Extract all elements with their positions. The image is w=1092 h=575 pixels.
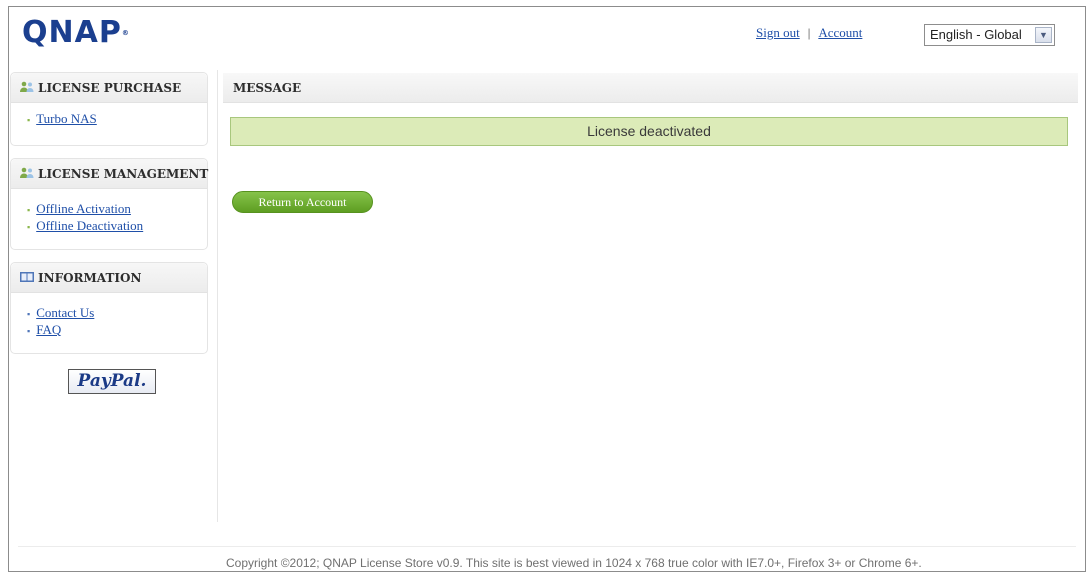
footer-divider bbox=[18, 546, 1076, 547]
license-management-title: LICENSE MANAGEMENT bbox=[38, 167, 209, 181]
list-item: ▪ FAQ bbox=[27, 322, 207, 339]
message-header: MESSAGE bbox=[223, 73, 1078, 103]
faq-link[interactable]: FAQ bbox=[36, 322, 61, 337]
account-link[interactable]: Account bbox=[818, 25, 862, 40]
return-to-account-button[interactable]: Return to Account bbox=[232, 191, 373, 213]
bullet-icon: ▪ bbox=[27, 115, 31, 125]
status-notice: License deactivated bbox=[230, 117, 1068, 146]
list-item: ▪ Offline Deactivation bbox=[27, 218, 207, 235]
license-purchase-links: ▪ Turbo NAS bbox=[11, 103, 207, 138]
book-icon bbox=[19, 264, 35, 294]
copyright-text: Copyright ©2012; QNAP License Store v0.9… bbox=[226, 556, 922, 570]
bullet-icon: ▪ bbox=[27, 205, 31, 215]
column-divider bbox=[217, 70, 218, 522]
bullet-icon: ▪ bbox=[27, 326, 31, 336]
offline-activation-link[interactable]: Offline Activation bbox=[36, 201, 131, 216]
list-item: ▪ Offline Activation bbox=[27, 201, 207, 218]
return-button-label: Return to Account bbox=[258, 195, 347, 209]
paypal-logo[interactable]: PayPal. bbox=[68, 369, 156, 394]
users-icon bbox=[19, 160, 35, 190]
license-purchase-header: LICENSE PURCHASE bbox=[11, 73, 207, 103]
list-item: ▪ Turbo NAS bbox=[27, 111, 207, 128]
chevron-down-icon[interactable]: ▼ bbox=[1035, 27, 1052, 43]
paypal-label: PayPal. bbox=[77, 371, 147, 391]
language-value: English - Global bbox=[930, 27, 1022, 42]
license-management-panel: LICENSE MANAGEMENT ▪ Offline Activation ▪… bbox=[10, 158, 208, 250]
list-item: ▪ Contact Us bbox=[27, 305, 207, 322]
language-select[interactable]: English - Global ▼ bbox=[924, 24, 1055, 46]
license-purchase-panel: LICENSE PURCHASE ▪ Turbo NAS bbox=[10, 72, 208, 146]
sign-out-link[interactable]: Sign out bbox=[756, 25, 800, 40]
license-purchase-title: LICENSE PURCHASE bbox=[38, 81, 182, 95]
contact-us-link[interactable]: Contact Us bbox=[36, 305, 94, 320]
license-management-links: ▪ Offline Activation ▪ Offline Deactivatio… bbox=[11, 189, 207, 245]
notice-text: License deactivated bbox=[587, 123, 711, 139]
information-panel: INFORMATION ▪ Contact Us ▪ FAQ bbox=[10, 262, 208, 354]
information-header: INFORMATION bbox=[11, 263, 207, 293]
logo-mark: ® bbox=[121, 29, 130, 37]
qnap-logo[interactable]: QNAP® bbox=[22, 16, 130, 50]
bullet-icon: ▪ bbox=[27, 309, 31, 319]
users-icon bbox=[19, 74, 35, 104]
header-links: Sign out | Account bbox=[756, 25, 862, 41]
message-title: MESSAGE bbox=[233, 81, 302, 95]
bullet-icon: ▪ bbox=[27, 222, 31, 232]
header-separator: | bbox=[807, 25, 811, 40]
logo-text: QNAP bbox=[22, 15, 122, 50]
information-title: INFORMATION bbox=[38, 271, 142, 285]
license-management-header: LICENSE MANAGEMENT bbox=[11, 159, 209, 190]
offline-deactivation-link[interactable]: Offline Deactivation bbox=[36, 218, 143, 233]
turbo-nas-link[interactable]: Turbo NAS bbox=[36, 111, 97, 126]
information-links: ▪ Contact Us ▪ FAQ bbox=[11, 293, 207, 349]
